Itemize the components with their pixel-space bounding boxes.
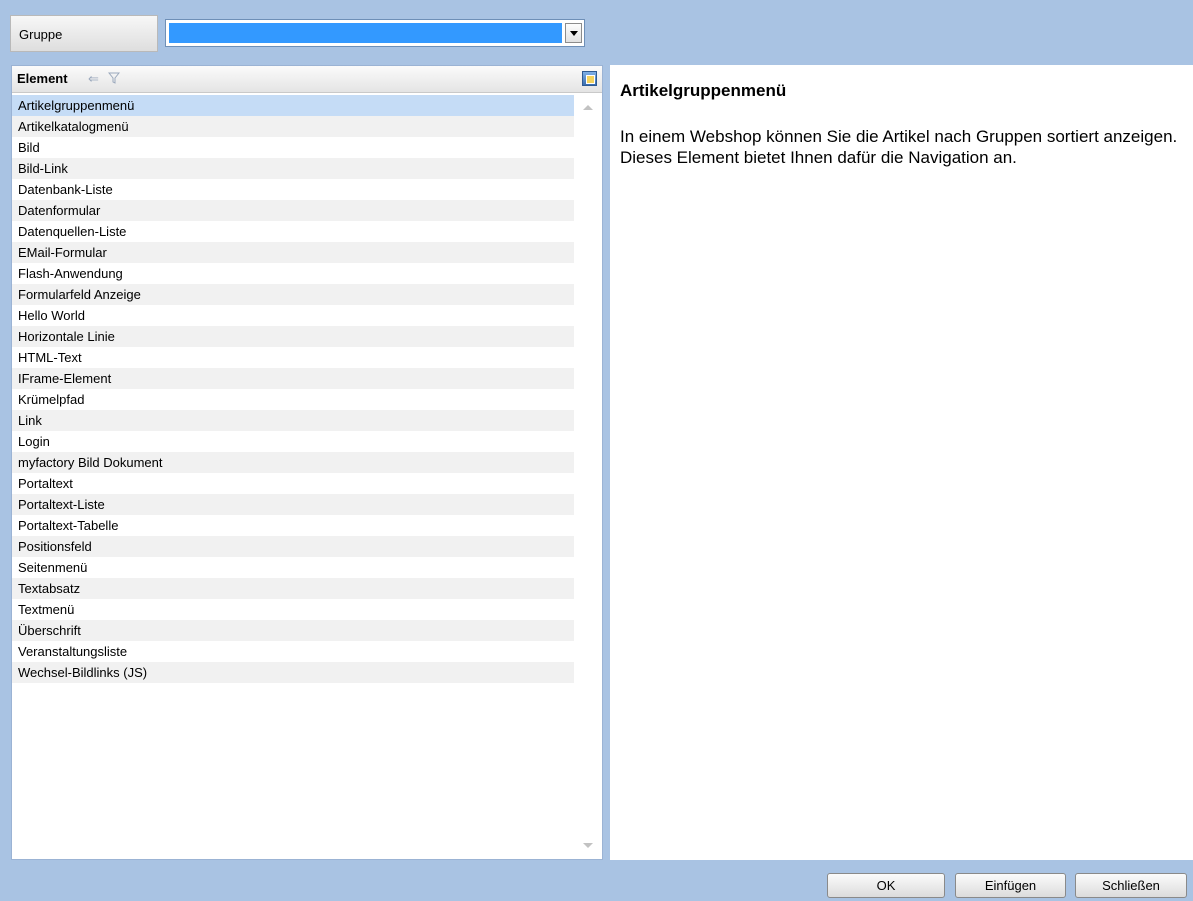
list-item[interactable]: Krümelpfad [12, 389, 574, 410]
column-chooser-icon[interactable] [582, 71, 597, 86]
group-select-value[interactable] [169, 23, 562, 43]
list-item[interactable]: Portaltext [12, 473, 574, 494]
list-item[interactable]: Portaltext-Liste [12, 494, 574, 515]
element-list: Artikelgruppenmenü Artikelkatalogmenü Bild… [12, 95, 574, 683]
scroll-down-icon[interactable] [583, 843, 593, 848]
list-item[interactable]: Bild-Link [12, 158, 574, 179]
ok-button[interactable]: OK [827, 873, 945, 898]
group-label: Gruppe [10, 15, 158, 52]
description-panel: Artikelgruppenmenü In einem Webshop könn… [610, 65, 1193, 860]
description-text: In einem Webshop können Sie die Artikel … [620, 127, 1178, 167]
list-item[interactable]: HTML-Text [12, 347, 574, 368]
list-item[interactable]: Datenformular [12, 200, 574, 221]
filter-icon[interactable] [107, 72, 121, 87]
list-item[interactable]: Überschrift [12, 620, 574, 641]
description-title: Artikelgruppenmenü [620, 81, 787, 100]
list-item[interactable]: Login [12, 431, 574, 452]
list-item[interactable]: IFrame-Element [12, 368, 574, 389]
scroll-up-icon[interactable] [583, 105, 593, 110]
column-header-element[interactable]: Element [17, 66, 68, 92]
list-item[interactable]: Horizontale Linie [12, 326, 574, 347]
group-select[interactable] [165, 19, 585, 47]
list-item[interactable]: Link [12, 410, 574, 431]
list-item[interactable]: Artikelgruppenmenü [12, 95, 574, 116]
vertical-scrollbar[interactable] [574, 94, 602, 859]
list-item[interactable]: Flash-Anwendung [12, 263, 574, 284]
list-item[interactable]: Hello World [12, 305, 574, 326]
sort-icon[interactable]: ⇐ [88, 71, 99, 87]
close-button[interactable]: Schließen [1075, 873, 1187, 898]
list-item[interactable]: myfactory Bild Dokument [12, 452, 574, 473]
list-item[interactable]: Seitenmenü [12, 557, 574, 578]
list-header: Element ⇐ [12, 66, 602, 93]
chevron-down-icon[interactable] [565, 23, 582, 43]
list-item[interactable]: Datenquellen-Liste [12, 221, 574, 242]
list-item[interactable]: Textmenü [12, 599, 574, 620]
list-item[interactable]: Datenbank-Liste [12, 179, 574, 200]
list-item[interactable]: Portaltext-Tabelle [12, 515, 574, 536]
list-item[interactable]: Wechsel-Bildlinks (JS) [12, 662, 574, 683]
element-list-panel: Element ⇐ Artikelgruppenmenü Artikelkatal… [11, 65, 603, 860]
list-item[interactable]: Artikelkatalogmenü [12, 116, 574, 137]
insert-button[interactable]: Einfügen [955, 873, 1066, 898]
list-item[interactable]: Textabsatz [12, 578, 574, 599]
list-item[interactable]: Formularfeld Anzeige [12, 284, 574, 305]
list-item[interactable]: Veranstaltungsliste [12, 641, 574, 662]
list-item[interactable]: Positionsfeld [12, 536, 574, 557]
list-item[interactable]: EMail-Formular [12, 242, 574, 263]
list-item[interactable]: Bild [12, 137, 574, 158]
